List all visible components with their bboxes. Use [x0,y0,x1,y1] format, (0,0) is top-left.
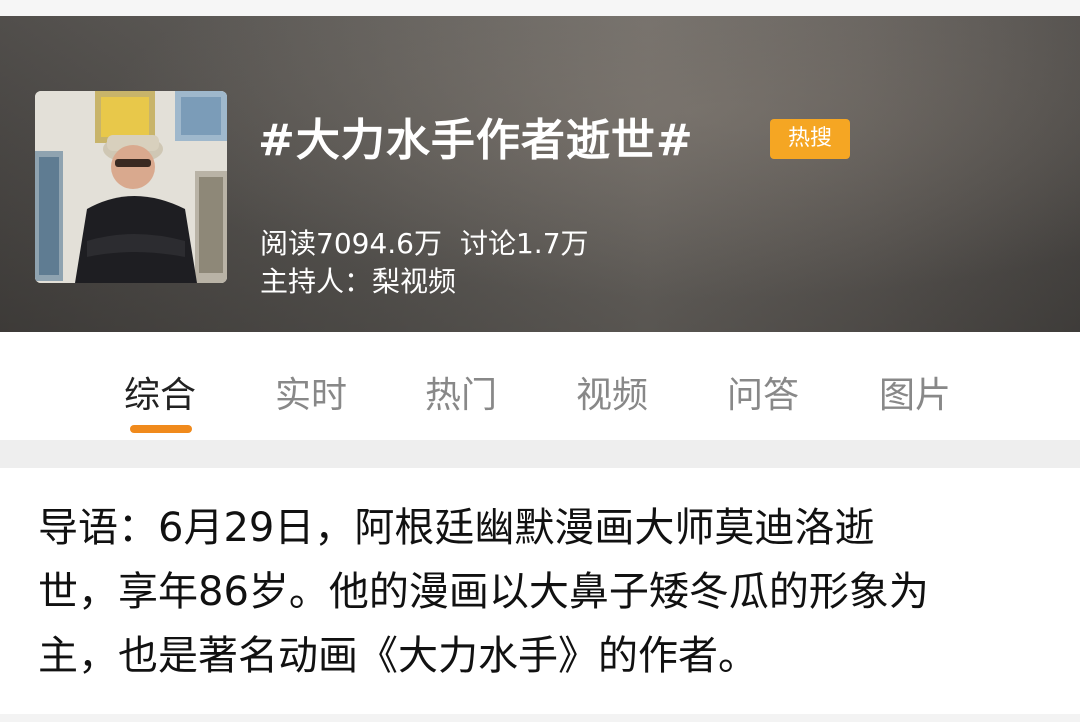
tab-bar: 综合 实时 热门 视频 问答 图片 [0,332,1080,440]
topic-page: #大力水手作者逝世# 热搜 阅读7094.6万 讨论1.7万 主持人：梨视频 综合… [0,0,1080,722]
intro-line: 世，享年86岁。他的漫画以大鼻子矮冬瓜的形象为 [38,569,929,615]
topic-header: #大力水手作者逝世# 热搜 阅读7094.6万 讨论1.7万 主持人：梨视频 [0,16,1080,332]
tab-images[interactable]: 图片 [879,366,951,418]
read-count: 阅读7094.6万 [260,227,442,260]
topic-intro: 导语：6月29日，阿根廷幽默漫画大师莫迪洛逝 世，享年86岁。他的漫画以大鼻子矮… [38,496,1048,688]
tab-hot[interactable]: 热门 [425,366,497,418]
status-strip [0,0,1080,16]
section-divider [0,440,1080,468]
discussion-count: 讨论1.7万 [459,227,589,260]
active-tab-indicator [130,425,192,433]
tab-comprehensive[interactable]: 综合 [124,366,196,418]
hot-search-badge: 热搜 [770,119,850,159]
intro-line: 导语：6月29日，阿根廷幽默漫画大师莫迪洛逝 [38,505,875,551]
bottom-divider [0,714,1080,722]
topic-host[interactable]: 主持人：梨视频 [260,260,456,300]
tab-video[interactable]: 视频 [576,366,648,418]
topic-title: #大力水手作者逝世# [258,115,694,166]
person-photo-icon [35,91,227,283]
intro-line: 主，也是著名动画《大力水手》的作者。 [38,633,758,679]
tab-realtime[interactable]: 实时 [275,366,347,418]
topic-stats: 阅读7094.6万 讨论1.7万 [260,222,607,262]
tab-qa[interactable]: 问答 [727,366,799,418]
topic-avatar[interactable] [35,91,227,283]
